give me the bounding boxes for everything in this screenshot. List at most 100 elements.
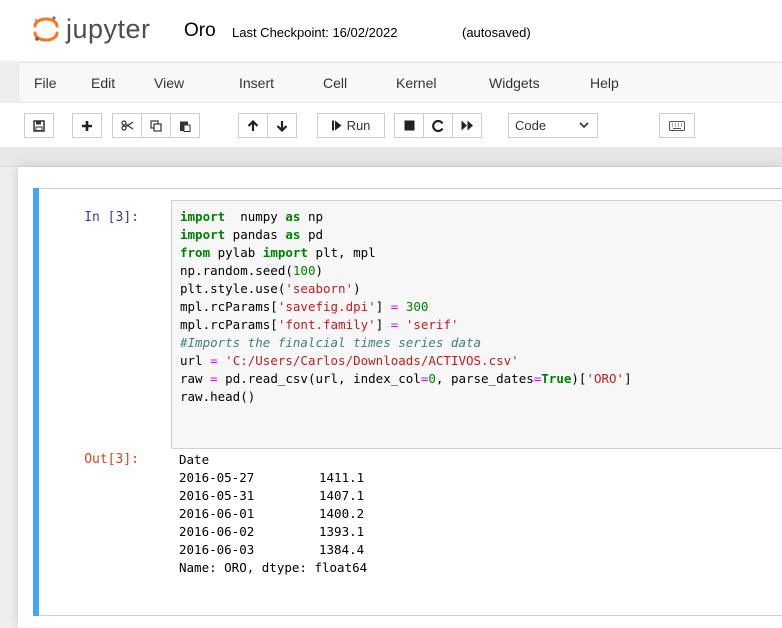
- menu-view[interactable]: View: [154, 75, 184, 91]
- notebook-header: jupyter Oro Last Checkpoint: 16/02/2022 …: [0, 0, 782, 61]
- restart-icon: [432, 119, 444, 132]
- notebook-container: In [3]: import numpy as np import pandas …: [18, 167, 782, 628]
- output-value: 1400.2: [319, 506, 365, 521]
- copy-button[interactable]: [141, 113, 171, 138]
- cut-button[interactable]: [112, 113, 142, 138]
- paste-button[interactable]: [170, 113, 200, 138]
- cut-icon: [120, 120, 134, 131]
- code-cell[interactable]: In [3]: import numpy as np import pandas …: [33, 188, 782, 616]
- keyboard-icon: [669, 120, 685, 131]
- menu-kernel[interactable]: Kernel: [396, 75, 436, 91]
- move-down-button[interactable]: [267, 113, 297, 138]
- output-value: 1393.1: [319, 524, 365, 539]
- menu-file[interactable]: File: [34, 75, 57, 91]
- code-token: =: [210, 353, 218, 368]
- output-value: 1411.1: [319, 470, 365, 485]
- cell-type-select[interactable]: Code: [508, 113, 598, 138]
- code-line: plt.style.use('seaborn'): [180, 281, 361, 296]
- cell-output: Date 2016-05-27 1411.1 2016-05-31 1407.1 2…: [179, 451, 367, 577]
- code-line: url = 'C:/Users/Carlos/Downloads/ACTIVOS…: [180, 353, 519, 368]
- autosave-status: (autosaved): [462, 25, 531, 40]
- code-token: =: [210, 371, 218, 386]
- code-token: 0: [428, 371, 436, 386]
- code-line: mpl.rcParams['font.family'] = 'serif': [180, 317, 459, 332]
- move-up-button[interactable]: [238, 113, 268, 138]
- menu-widgets[interactable]: Widgets: [489, 75, 540, 91]
- code-token: as: [285, 209, 301, 224]
- code-line: raw.head(): [180, 389, 256, 404]
- code-token: 100: [292, 263, 316, 278]
- code-token: 'seaborn': [285, 281, 354, 296]
- copy-icon: [150, 119, 162, 132]
- code-token: 'C:/Users/Carlos/Downloads/ACTIVOS.csv': [225, 353, 519, 368]
- save-icon: [33, 119, 45, 132]
- output-footer: Name: ORO, dtype: float64: [179, 560, 368, 575]
- menu-bar: File Edit View Insert Cell Kernel Widget…: [18, 62, 782, 103]
- run-button[interactable]: Run: [317, 113, 385, 138]
- output-row: 2016-05-27 1411.1: [179, 469, 367, 487]
- input-prompt: In [3]:: [84, 210, 139, 225]
- command-palette-button[interactable]: [659, 113, 695, 138]
- code-line: import pandas as pd: [180, 227, 324, 242]
- code-line: #Imports the finalcial times series data: [180, 334, 632, 352]
- menu-edit[interactable]: Edit: [91, 75, 115, 91]
- code-token: 'serif': [405, 317, 459, 332]
- output-date: 2016-06-02: [179, 524, 255, 539]
- menu-cell[interactable]: Cell: [323, 75, 347, 91]
- code-token: import: [180, 227, 226, 242]
- arrow-up-icon: [247, 119, 259, 132]
- code-token: True: [541, 371, 572, 386]
- output-date: 2016-06-01: [179, 506, 255, 521]
- jupyter-logo-icon: [32, 15, 60, 43]
- code-token: 'savefig.dpi': [277, 299, 376, 314]
- insert-cell-button[interactable]: [72, 113, 102, 138]
- output-row: 2016-06-02 1393.1: [179, 523, 367, 541]
- chevron-down-icon: [579, 114, 589, 145]
- output-value: 1407.1: [319, 488, 365, 503]
- code-token: =: [390, 317, 399, 332]
- restart-button[interactable]: [423, 113, 453, 138]
- selected-cell-indicator: [33, 188, 39, 616]
- code-token: import: [180, 209, 226, 224]
- arrow-down-icon: [276, 120, 288, 132]
- code-token: #Imports the finalcial times series data: [180, 335, 482, 350]
- code-line: raw = pd.read_csv(url, index_col=0, pars…: [180, 371, 632, 386]
- code-token: =: [390, 299, 399, 314]
- restart-run-all-button[interactable]: [452, 113, 482, 138]
- code-token: import: [262, 245, 308, 260]
- step-forward-icon: [331, 120, 342, 131]
- stop-icon: [404, 120, 415, 131]
- output-date: 2016-05-31: [179, 488, 255, 503]
- code-token: 300: [405, 299, 429, 314]
- output-row: 2016-06-01 1400.2: [179, 505, 367, 523]
- code-token: from: [180, 245, 211, 260]
- code-line: mpl.rcParams['savefig.dpi'] = 300: [180, 299, 429, 314]
- output-prompt: Out[3]:: [84, 452, 139, 467]
- code-line: np.random.seed(100): [180, 263, 323, 278]
- code-token: 'ORO': [586, 371, 625, 386]
- code-token: 'font.family': [277, 317, 376, 332]
- last-checkpoint: Last Checkpoint: 16/02/2022: [232, 25, 398, 40]
- fast-forward-icon: [461, 120, 474, 131]
- code-line: import numpy as np: [180, 209, 324, 224]
- notebook-name[interactable]: Oro: [184, 20, 216, 42]
- jupyter-logo-text: jupyter: [66, 14, 151, 44]
- output-index-name: Date: [179, 452, 210, 467]
- paste-icon: [179, 120, 191, 132]
- code-editor[interactable]: import numpy as np import pandas as pd fro…: [171, 200, 782, 449]
- code-line: from pylab import plt, mpl: [180, 245, 376, 260]
- jupyter-logo[interactable]: jupyter: [32, 14, 151, 44]
- interrupt-button[interactable]: [394, 113, 424, 138]
- save-button[interactable]: [24, 113, 54, 138]
- code-token: as: [285, 227, 301, 242]
- header-divider: [0, 147, 782, 167]
- menu-insert[interactable]: Insert: [239, 75, 274, 91]
- output-row: 2016-06-03 1384.4: [179, 541, 367, 559]
- menu-help[interactable]: Help: [590, 75, 619, 91]
- code-text: import numpy as np import pandas as pd fro…: [180, 208, 632, 406]
- output-date: 2016-06-03: [179, 542, 255, 557]
- output-row: 2016-05-31 1407.1: [179, 487, 367, 505]
- run-label: Run: [346, 118, 371, 133]
- output-value: 1384.4: [319, 542, 365, 557]
- notebook-toolbar: Run Code: [0, 103, 782, 147]
